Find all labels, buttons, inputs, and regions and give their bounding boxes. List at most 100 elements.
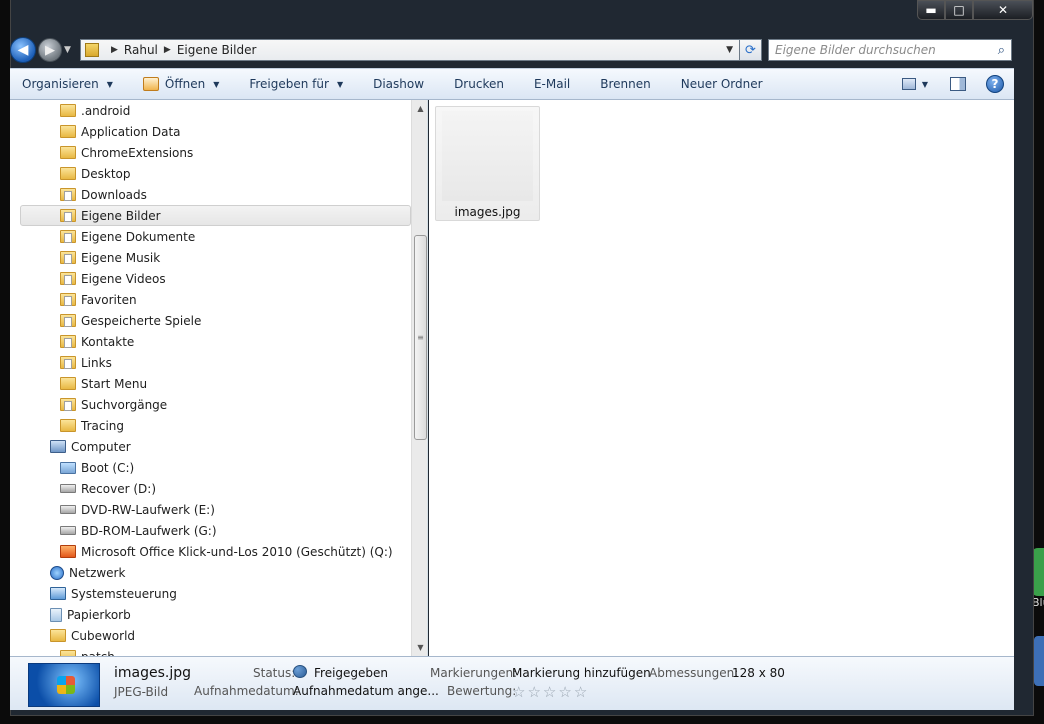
tree-item[interactable]: Desktop <box>10 163 411 184</box>
tree-item-label: Eigene Musik <box>81 250 161 265</box>
minimize-button[interactable]: ▬ <box>917 0 945 20</box>
chevron-down-icon: ▼ <box>213 79 220 89</box>
tree-item[interactable]: .android <box>10 100 411 121</box>
chevron-down-icon: ▼ <box>336 79 344 89</box>
address-bar[interactable]: ▶ Rahul ▶ Eigene Bilder ▼ <box>80 39 740 61</box>
search-box[interactable]: ⌕ <box>768 39 1012 61</box>
forward-button[interactable]: ▶ <box>38 38 62 62</box>
saved-games-folder-icon <box>60 314 76 327</box>
tree-item-label: Cubeworld <box>71 628 136 643</box>
print-button[interactable]: Drucken <box>454 77 504 91</box>
tree-item[interactable]: Computer <box>10 436 411 457</box>
computer-icon <box>50 440 66 453</box>
documents-folder-icon <box>60 230 76 243</box>
tree-item-label: DVD-RW-Laufwerk (E:) <box>81 502 215 517</box>
tree-item[interactable]: Papierkorb <box>10 604 411 625</box>
tree-item[interactable]: ChromeExtensions <box>10 142 411 163</box>
change-view-icon[interactable] <box>901 78 916 90</box>
folder-icon <box>50 629 66 642</box>
breadcrumb-separator-icon[interactable]: ▶ <box>164 45 171 55</box>
tree-item-label: Favoriten <box>81 292 137 307</box>
tree-item[interactable]: Eigene Musik <box>10 247 411 268</box>
tree-item-label: Tracing <box>81 418 125 433</box>
file-list-pane[interactable]: images.jpg <box>429 100 1014 656</box>
organize-button[interactable]: Organisieren ▼ <box>22 77 113 91</box>
refresh-button[interactable]: ⟳ <box>740 39 762 61</box>
close-button[interactable]: ✕ <box>973 0 1033 20</box>
tree-item-label: Boot (C:) <box>81 460 135 475</box>
image-thumbnail <box>442 111 533 201</box>
office-drive-icon <box>60 545 76 558</box>
tree-item-label: Start Menu <box>81 376 148 391</box>
tree-item[interactable]: Gespeicherte Spiele <box>10 310 411 331</box>
star-icon[interactable]: ☆ <box>512 683 525 701</box>
tree-item[interactable]: Microsoft Office Klick-und-Los 2010 (Ges… <box>10 541 411 562</box>
downloads-folder-icon <box>60 188 76 201</box>
folder-icon <box>60 167 76 180</box>
breadcrumb-separator-icon[interactable]: ▶ <box>111 45 118 55</box>
breadcrumb-eigene-bilder[interactable]: Eigene Bilder <box>177 43 257 57</box>
search-input[interactable] <box>775 43 998 57</box>
new-folder-button[interactable]: Neuer Ordner <box>681 77 763 91</box>
preview-pane-icon[interactable] <box>950 77 966 91</box>
tree-item[interactable]: Netzwerk <box>10 562 411 583</box>
open-button[interactable]: Öffnen ▼ <box>142 77 220 91</box>
recycle-bin-icon <box>50 607 62 622</box>
tree-item[interactable]: Systemsteuerung <box>10 583 411 604</box>
tree-item-label: Papierkorb <box>67 607 131 622</box>
recent-pages-dropdown[interactable]: ▼ <box>64 45 76 55</box>
organize-label: Organisieren <box>22 77 99 91</box>
tree-item[interactable]: Suchvorgänge <box>10 394 411 415</box>
slideshow-button[interactable]: Diashow <box>373 77 424 91</box>
tags-value[interactable]: Markierung hinzufügen <box>512 666 651 680</box>
tree-item[interactable]: DVD-RW-Laufwerk (E:) <box>10 499 411 520</box>
tree-item[interactable]: patch <box>10 646 411 656</box>
star-icon[interactable]: ☆ <box>558 683 571 701</box>
chevron-down-icon[interactable]: ▼ <box>922 80 928 89</box>
tree-item[interactable]: Cubeworld <box>10 625 411 646</box>
selection-highlight <box>20 205 411 226</box>
tree-item[interactable]: Application Data <box>10 121 411 142</box>
bd-drive-icon <box>60 526 76 535</box>
share-button[interactable]: Freigeben für ▼ <box>249 77 343 91</box>
back-button[interactable]: ◀ <box>10 37 36 63</box>
rating-stars[interactable]: ☆ ☆ ☆ ☆ ☆ <box>512 683 589 701</box>
tree-item-label: Netzwerk <box>69 565 126 580</box>
file-item[interactable]: images.jpg <box>435 106 540 221</box>
tree-item[interactable]: Eigene Dokumente <box>10 226 411 247</box>
star-icon[interactable]: ☆ <box>543 683 556 701</box>
tree-item[interactable]: Recover (D:) <box>10 478 411 499</box>
tree-item[interactable]: Downloads <box>10 184 411 205</box>
rating-label: Bewertung: <box>447 684 517 698</box>
tree-item[interactable]: Start Menu <box>10 373 411 394</box>
tree-item-label: Links <box>81 355 112 370</box>
address-dropdown-icon[interactable]: ▼ <box>726 45 733 55</box>
burn-button[interactable]: Brennen <box>600 77 650 91</box>
maximize-button[interactable]: □ <box>945 0 973 20</box>
scroll-down-icon[interactable]: ▼ <box>412 639 427 656</box>
star-icon[interactable]: ☆ <box>574 683 587 701</box>
control-panel-icon <box>50 587 66 600</box>
help-icon[interactable]: ? <box>986 75 1004 93</box>
open-app-icon <box>142 77 159 91</box>
tags-label: Markierungen: <box>430 666 518 680</box>
email-button[interactable]: E-Mail <box>534 77 570 91</box>
tree-item[interactable]: Eigene Videos <box>10 268 411 289</box>
scrollbar-thumb[interactable]: ≡ <box>414 235 427 440</box>
tree-item[interactable]: Links <box>10 352 411 373</box>
search-icon[interactable]: ⌕ <box>998 43 1005 58</box>
tree-item[interactable]: Boot (C:) <box>10 457 411 478</box>
date-label: Aufnahmedatum: <box>194 684 299 698</box>
scroll-up-icon[interactable]: ▲ <box>412 100 427 117</box>
star-icon[interactable]: ☆ <box>527 683 540 701</box>
chevron-down-icon: ▼ <box>106 79 113 89</box>
tree-item[interactable]: Eigene Bilder <box>10 205 411 226</box>
navigation-scrollbar[interactable]: ▲ ≡ ▼ <box>411 100 427 656</box>
tree-item[interactable]: BD-ROM-Laufwerk (G:) <box>10 520 411 541</box>
breadcrumb-rahul[interactable]: Rahul <box>124 43 158 57</box>
tree-item[interactable]: Tracing <box>10 415 411 436</box>
tree-item[interactable]: Favoriten <box>10 289 411 310</box>
tree-item[interactable]: Kontakte <box>10 331 411 352</box>
date-value[interactable]: Aufnahmedatum ange... <box>293 684 439 698</box>
desktop-icon-partial-blue[interactable] <box>1034 636 1044 686</box>
